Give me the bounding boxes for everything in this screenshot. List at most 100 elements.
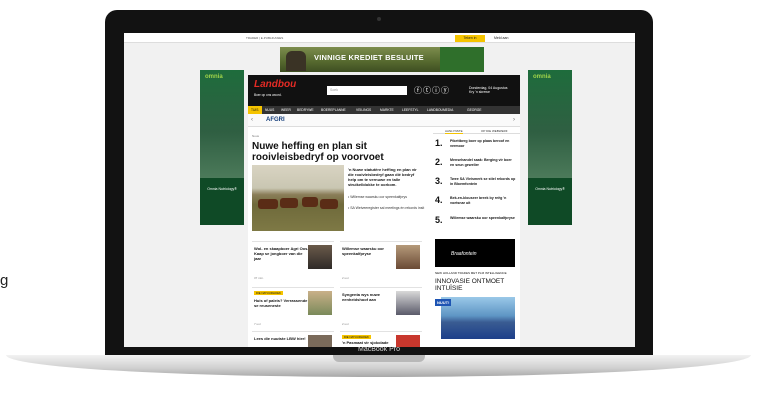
new-holland-ad[interactable]: NEW HOLLAND TRADES MET PLM INTELLIGENCE … bbox=[435, 271, 515, 341]
register-link[interactable]: Meld aan bbox=[494, 36, 508, 40]
rank-number: 5. bbox=[435, 215, 443, 225]
banner-ad-text: VINNIGE KREDIET BESLUITE bbox=[314, 53, 424, 62]
related-link-text: Willemse waarsku oor speenkalfprys bbox=[350, 195, 408, 199]
news-card[interactable]: Syngenta wys nuwe eenheidshoof aan 2 uur bbox=[340, 287, 422, 330]
related-link-text: SA Weiveeregister sal meetings én rekord… bbox=[350, 206, 425, 210]
most-read-item[interactable]: Bek-en-klouseer breek by reëg 'n voetsna… bbox=[450, 196, 516, 205]
side-ad-caption: Omnia Nutriology® bbox=[535, 187, 565, 191]
nav-item-tuis[interactable]: TUIS bbox=[248, 106, 262, 114]
breadcrumb[interactable]: Nuus bbox=[252, 134, 259, 138]
card-time: 7 uur bbox=[254, 322, 261, 326]
main-content: Landbou Boer op ons woord. Soek ⓕⓣⓘⓨ Don… bbox=[248, 75, 520, 347]
site-logo[interactable]: Landbou bbox=[254, 79, 296, 90]
masthead: Landbou Boer op ons woord. Soek ⓕⓣⓘⓨ Don… bbox=[248, 75, 520, 106]
article-headline[interactable]: Nuwe heffing en plan sit rooivleisbedryf… bbox=[252, 141, 422, 163]
news-card[interactable]: DIE NATUURHOEK 'n Pasmaat vir sjokolade bbox=[340, 331, 422, 347]
topbar-links[interactable]: TRADER | E-PUBLIKASIES bbox=[246, 36, 283, 40]
sidebar-ad[interactable]: Braafontein bbox=[435, 239, 515, 267]
side-ad-footer bbox=[528, 178, 572, 225]
card-title: Lees die nuutste LBW hier! bbox=[254, 336, 306, 341]
stage: g MacBook Pro TRADER | E-PUBLIKASIES Tek… bbox=[0, 0, 757, 396]
banner-ad[interactable]: VINNIGE KREDIET BESLUITE bbox=[280, 47, 484, 72]
card-image bbox=[396, 291, 420, 315]
nav-item-leefstyl[interactable]: LEEFSTYL bbox=[402, 108, 419, 112]
banner-people-image bbox=[286, 51, 306, 71]
card-image bbox=[396, 335, 420, 347]
omnia-logo: omnia bbox=[533, 74, 551, 80]
sidebar-ad-label: Braafontein bbox=[451, 251, 477, 257]
cattle-shape bbox=[280, 198, 298, 208]
news-card[interactable]: DIE NATUURHOEK Huis of paleis? Verrassen… bbox=[252, 287, 334, 330]
sidebar: AANLYNSTE OP DIE WEBWERF 1. Pikettberg b… bbox=[433, 127, 520, 347]
sidebar-tabs: AANLYNSTE OP DIE WEBWERF bbox=[433, 127, 520, 134]
cattle-shape bbox=[258, 199, 278, 209]
rank-number: 4. bbox=[435, 195, 443, 205]
date-widget: Donderdag, 04 Augustus Kry 'n skrewe bbox=[469, 86, 519, 94]
card-title: Huis of paleis? Verrassende se reusenest… bbox=[254, 298, 308, 308]
card-image bbox=[308, 335, 332, 347]
card-time: 37 min. bbox=[254, 276, 264, 280]
nav-item-markte[interactable]: MARKTE bbox=[380, 108, 394, 112]
chevron-right-icon[interactable]: › bbox=[513, 117, 515, 123]
category-badge: DIE NATUURHOEK bbox=[254, 291, 283, 295]
right-side-ad[interactable]: omnia Omnia Nutriology® bbox=[528, 70, 572, 225]
tab-on-site[interactable]: OP DIE WEBWERF bbox=[481, 129, 508, 133]
omnia-logo: omnia bbox=[205, 74, 223, 80]
ticker-sponsor: AFGRI bbox=[266, 117, 285, 123]
related-link[interactable]: • Willemse waarsku oor speenkalfprys bbox=[348, 195, 428, 200]
ad-small-text: NEW HOLLAND TRADES MET PLM INTELLIGENCE bbox=[435, 271, 507, 275]
card-title: 'n Pasmaat vir sjokolade bbox=[342, 340, 389, 345]
search-input[interactable]: Soek bbox=[327, 86, 407, 95]
most-read-item[interactable]: Willemse waarsku oor speenkalfpryse bbox=[450, 216, 516, 221]
rank-number: 3. bbox=[435, 176, 443, 186]
most-read-item[interactable]: Pikettberg boer op plaas beroof en vermo… bbox=[450, 139, 516, 148]
text-fragment: g bbox=[0, 272, 9, 289]
main-nav: TUIS NUUS WEER BEDRYWE BOEREPLANNE VEILI… bbox=[248, 106, 520, 114]
left-side-ad[interactable]: omnia Omnia Nutriology® bbox=[200, 70, 244, 225]
nav-item-boereplanne[interactable]: BOEREPLANNE bbox=[321, 108, 346, 112]
card-title: Willemse waarsku oor speenkalfpryse bbox=[342, 246, 384, 256]
rank-number: 2. bbox=[435, 157, 443, 167]
related-link[interactable]: • SA Weiveeregister sal meetings én reko… bbox=[348, 206, 428, 211]
device-label: MacBook Pro bbox=[357, 346, 401, 353]
login-button[interactable]: Teken in bbox=[455, 35, 485, 42]
cattle-shape bbox=[320, 199, 338, 209]
camera-icon bbox=[377, 17, 381, 21]
nav-item-weer[interactable]: WEER bbox=[281, 108, 291, 112]
nav-item-landboumedia[interactable]: LANDBOUMEDIA bbox=[427, 108, 453, 112]
laptop-base bbox=[6, 355, 751, 377]
news-card[interactable]: Lees die nuutste LBW hier! bbox=[252, 331, 334, 347]
nav-item-veilings[interactable]: VEILINGS bbox=[356, 108, 371, 112]
banner-logo-block bbox=[440, 47, 484, 72]
card-image bbox=[308, 245, 332, 269]
tab-most-read[interactable]: AANLYNSTE bbox=[445, 129, 463, 134]
nav-item-george[interactable]: GEORGE bbox=[467, 108, 481, 112]
weather-line: Kry 'n skrewe bbox=[469, 90, 490, 94]
card-title: Wol- en skaapboer Agri Oos-Kaap se jongb… bbox=[254, 246, 309, 261]
chevron-left-icon[interactable]: ‹ bbox=[251, 117, 253, 123]
news-card[interactable]: Willemse waarsku oor speenkalfpryse 2 uu… bbox=[340, 241, 422, 284]
category-badge: DIE NATUURHOEK bbox=[342, 335, 371, 339]
market-ticker: ‹ AFGRI › bbox=[248, 114, 520, 127]
card-time: 2 uur bbox=[342, 276, 349, 280]
news-card[interactable]: Wol- en skaapboer Agri Oos-Kaap se jongb… bbox=[252, 241, 334, 284]
social-icons[interactable]: ⓕⓣⓘⓨ bbox=[414, 85, 450, 96]
tractor-image bbox=[441, 297, 515, 339]
card-image bbox=[396, 245, 420, 269]
nav-item-bedrywe[interactable]: BEDRYWE bbox=[297, 108, 314, 112]
cattle-shape bbox=[302, 197, 318, 207]
card-image bbox=[308, 291, 332, 315]
side-ad-caption: Omnia Nutriology® bbox=[207, 187, 237, 191]
hero-image[interactable] bbox=[252, 165, 344, 231]
rank-number: 1. bbox=[435, 138, 443, 148]
most-read-item[interactable]: Mensehandel saak: Berging vir boer en se… bbox=[450, 158, 516, 167]
laptop-notch bbox=[333, 355, 425, 362]
top-bar: TRADER | E-PUBLIKASIES Teken in Meld aan bbox=[124, 33, 635, 43]
card-title: Syngenta wys nuwe eenheidshoof aan bbox=[342, 292, 381, 302]
article-lead[interactable]: 'n Nuwe statutêre heffing en plan vir di… bbox=[348, 167, 423, 187]
ad-headline: INNOVASIE ONTMOET INTUÏSIE bbox=[435, 278, 505, 292]
card-time: 2 uur bbox=[342, 322, 349, 326]
side-ad-footer bbox=[200, 178, 244, 225]
nav-item-nuus[interactable]: NUUS bbox=[265, 108, 274, 112]
most-read-item[interactable]: Twee SA Vleismerk se stiel rekords op in… bbox=[450, 177, 516, 186]
